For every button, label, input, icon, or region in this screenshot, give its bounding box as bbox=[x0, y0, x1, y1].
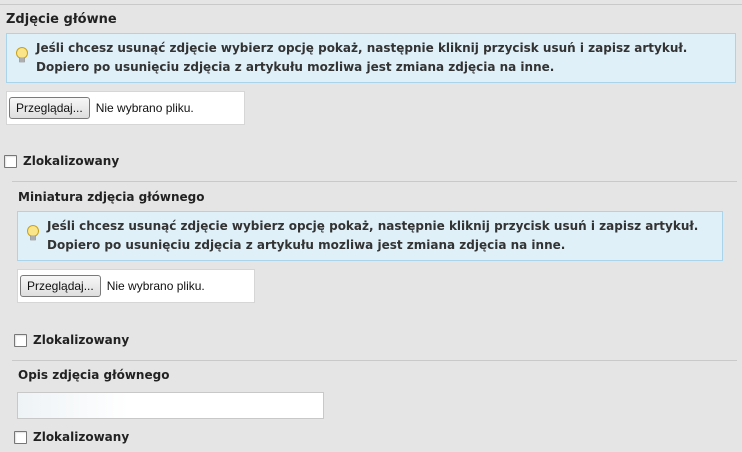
divider bbox=[0, 4, 742, 5]
main-image-browse-button[interactable]: Przeglądaj... bbox=[9, 97, 90, 119]
thumbnail-file-input[interactable]: Przeglądaj... Nie wybrano pliku. bbox=[17, 269, 255, 303]
main-image-info-text: Jeśli chcesz usunąć zdjęcie wybierz opcj… bbox=[36, 41, 688, 74]
lightbulb-icon bbox=[16, 47, 28, 63]
main-image-info-box: Jeśli chcesz usunąć zdjęcie wybierz opcj… bbox=[6, 33, 736, 83]
thumbnail-localized-label: Zlokalizowany bbox=[33, 333, 130, 347]
description-input[interactable] bbox=[17, 392, 324, 419]
description-title: Opis zdjęcia głównego bbox=[18, 368, 170, 382]
description-localized-checkbox[interactable] bbox=[14, 430, 27, 444]
divider bbox=[12, 360, 737, 361]
main-image-localized-row[interactable]: Zlokalizowany bbox=[4, 154, 119, 168]
thumbnail-localized-checkbox[interactable] bbox=[14, 333, 27, 347]
thumbnail-localized-row[interactable]: Zlokalizowany bbox=[14, 333, 129, 347]
thumbnail-info-box: Jeśli chcesz usunąć zdjęcie wybierz opcj… bbox=[17, 211, 723, 261]
lightbulb-icon bbox=[27, 225, 39, 241]
main-image-title: Zdjęcie główne bbox=[6, 12, 117, 27]
main-image-file-status: Nie wybrano pliku. bbox=[95, 101, 194, 115]
main-image-localized-label: Zlokalizowany bbox=[23, 154, 120, 168]
main-image-file-input[interactable]: Przeglądaj... Nie wybrano pliku. bbox=[6, 91, 245, 125]
divider bbox=[12, 181, 737, 182]
main-image-localized-checkbox[interactable] bbox=[4, 154, 17, 168]
description-localized-row[interactable]: Zlokalizowany bbox=[14, 430, 129, 444]
thumbnail-info-text: Jeśli chcesz usunąć zdjęcie wybierz opcj… bbox=[47, 219, 699, 252]
image-settings-panel: Zdjęcie główne Jeśli chcesz usunąć zdjęc… bbox=[0, 0, 742, 452]
thumbnail-title: Miniatura zdjęcia głównego bbox=[18, 190, 205, 204]
description-localized-label: Zlokalizowany bbox=[33, 430, 130, 444]
thumbnail-browse-button[interactable]: Przeglądaj... bbox=[20, 275, 101, 297]
thumbnail-file-status: Nie wybrano pliku. bbox=[106, 279, 205, 293]
